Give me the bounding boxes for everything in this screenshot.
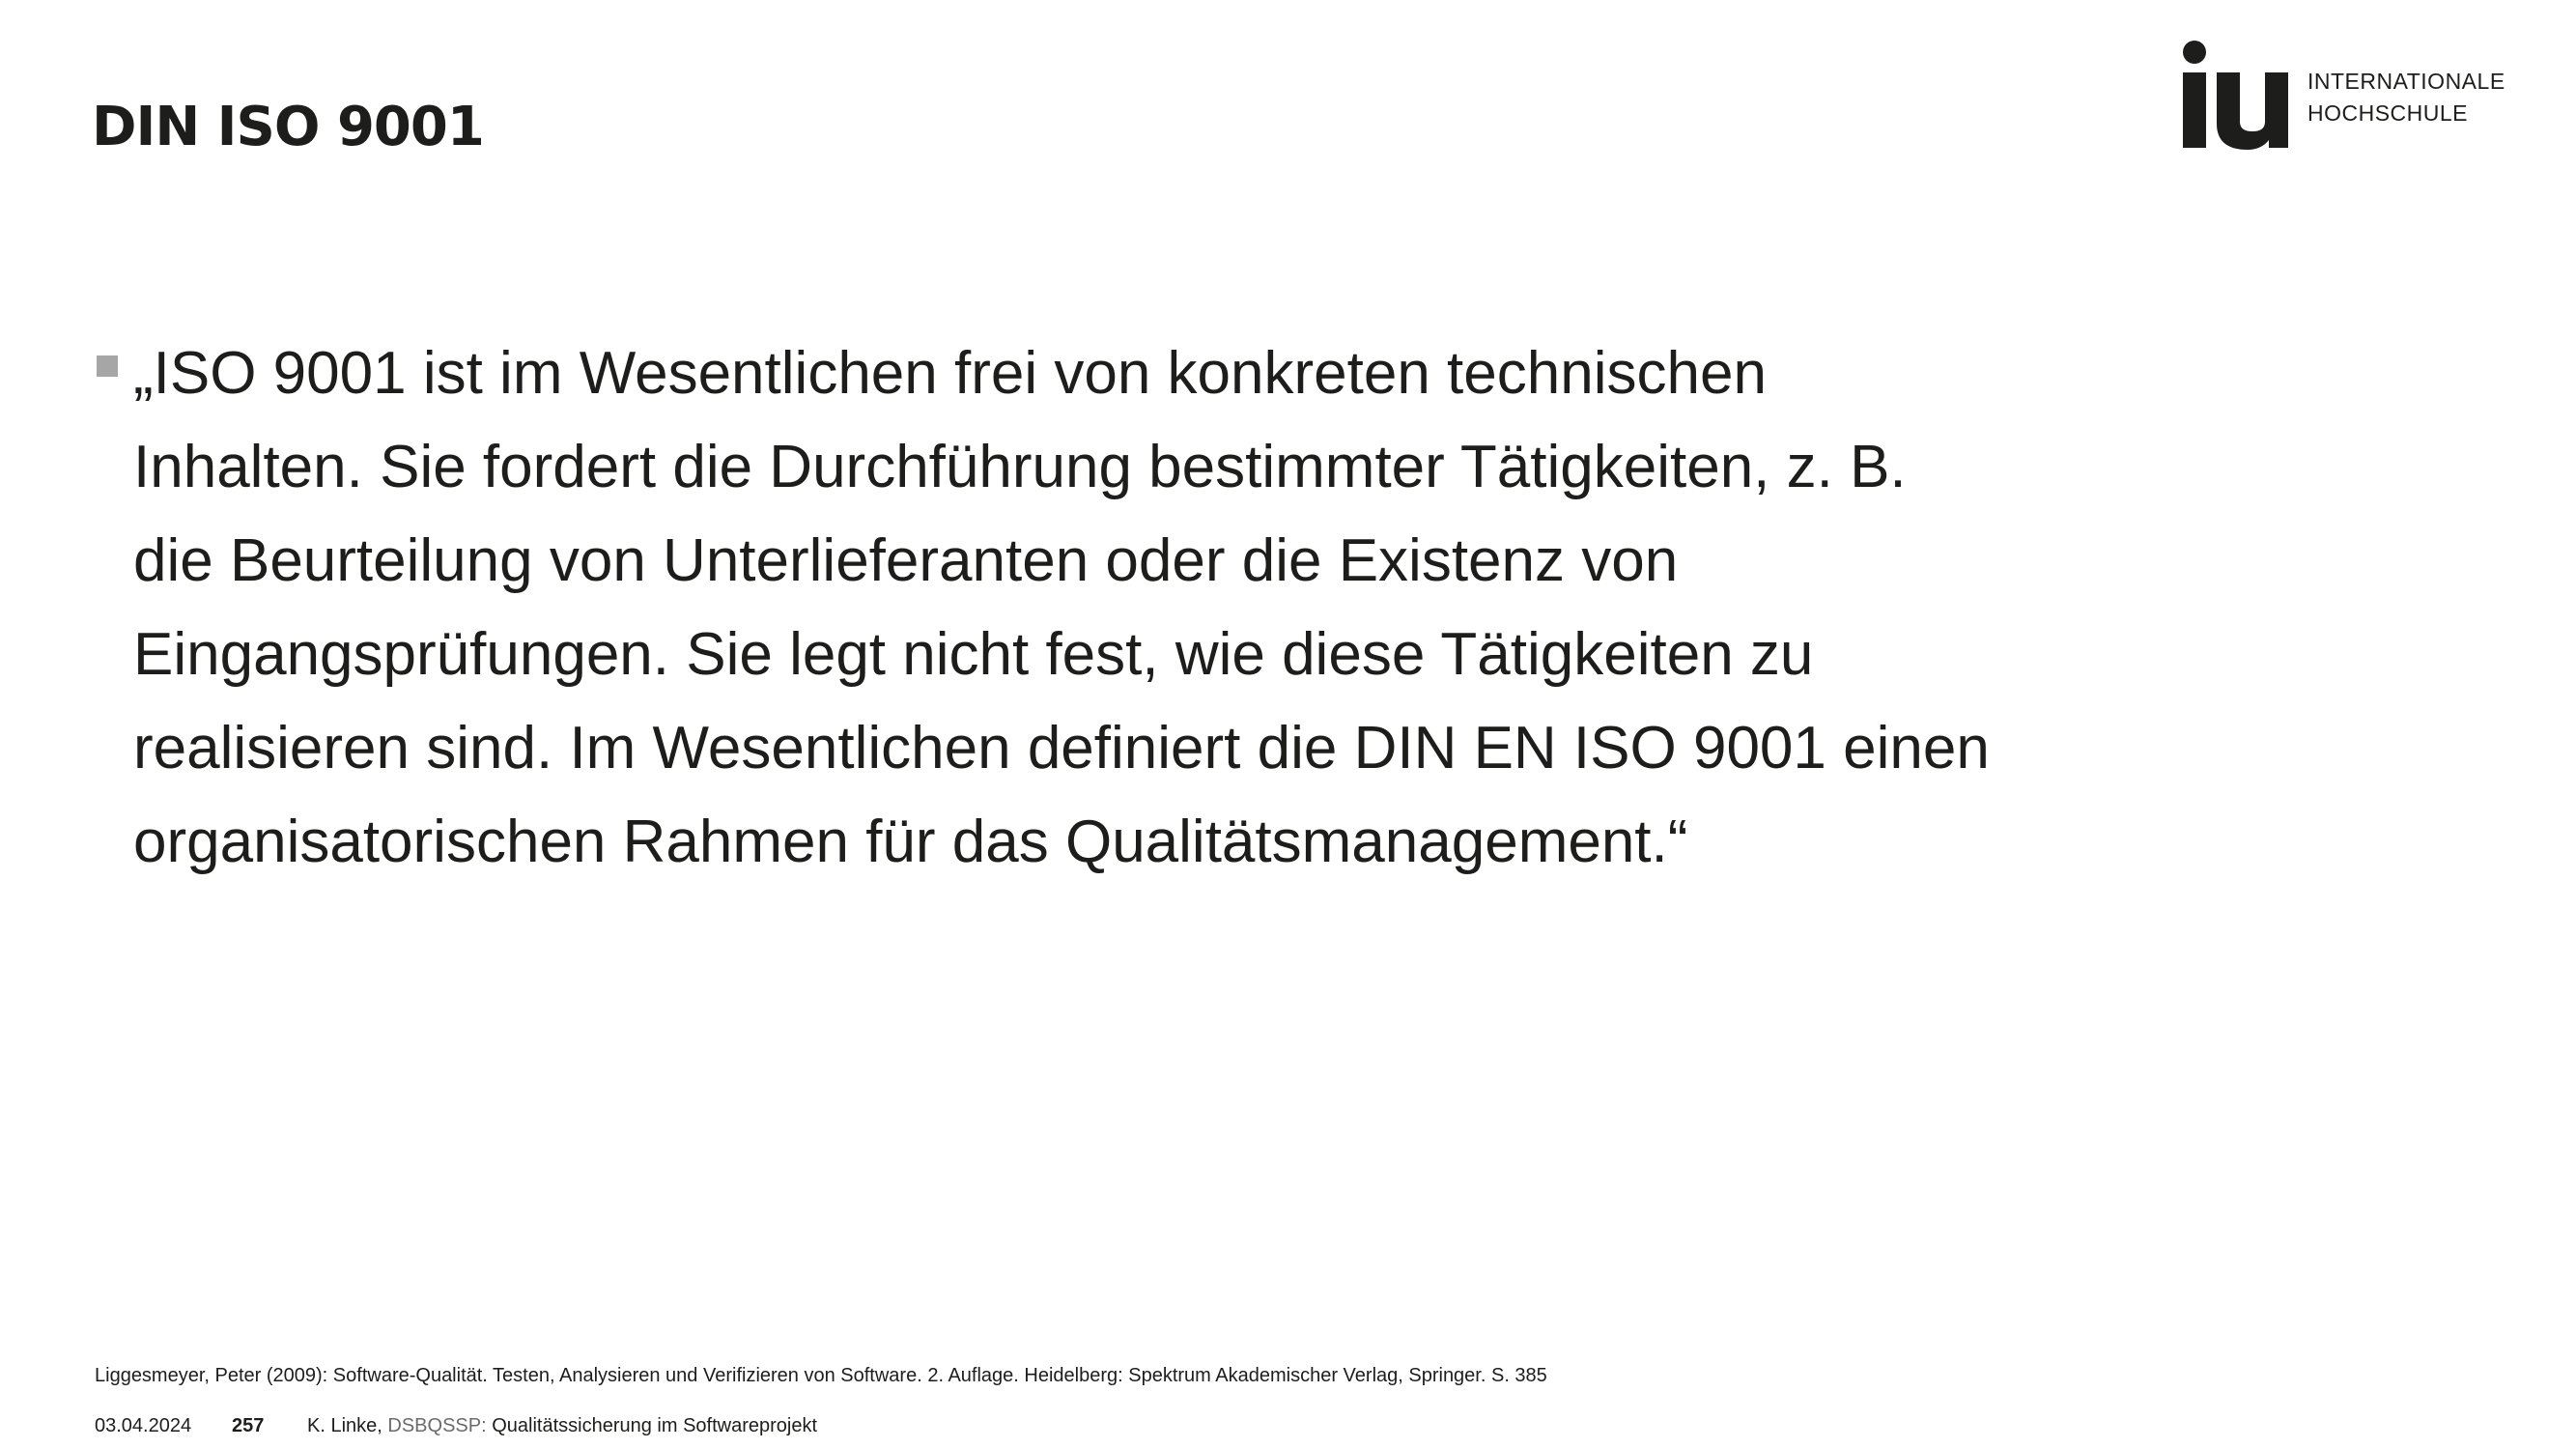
quote-line-1: „ISO 9001 ist im Wesentlichen frei von k… xyxy=(133,340,1767,407)
quote-line-6: organisatorischen Rahmen für das Qualitä… xyxy=(133,809,1688,875)
slide-content: „ISO 9001 ist im Wesentlichen frei von k… xyxy=(97,327,2028,889)
quote-line-2: Inhalten. Sie fordert die Durchführung b… xyxy=(133,434,1907,500)
logo-line-1: INTERNATIONALE xyxy=(2307,69,2505,94)
page-number: 257 xyxy=(232,1415,265,1436)
source-footnote: Liggesmeyer, Peter (2009): Software-Qual… xyxy=(95,1365,1547,1386)
footer-course-title: Qualitätssicherung im Softwareprojekt xyxy=(492,1415,818,1436)
slide-title: DIN ISO 9001 xyxy=(92,96,485,158)
logo-line-2: HOCHSCHULE xyxy=(2307,100,2469,126)
footer-course-info: K. Linke, DSBQSSP: Qualitätssicherung im… xyxy=(307,1412,817,1439)
footer-course-code: DSBQSSP: xyxy=(387,1415,487,1436)
footer-author: K. Linke, xyxy=(307,1415,382,1436)
bullet-square-icon xyxy=(97,355,118,377)
iu-logo: INTERNATIONALE HOCHSCHULE xyxy=(2178,37,2506,162)
quote-line-3: die Beurteilung von Unterlieferanten ode… xyxy=(133,527,1679,594)
quote-line-5: realisieren sind. Im Wesentlichen defini… xyxy=(133,715,1990,781)
bullet-item: „ISO 9001 ist im Wesentlichen frei von k… xyxy=(97,327,2028,889)
logo-wordmark: INTERNATIONALE HOCHSCHULE xyxy=(2307,66,2505,129)
footer-date: 03.04.2024 xyxy=(95,1415,192,1436)
quote-line-4: Eingangsprüfungen. Sie legt nicht fest, … xyxy=(133,621,1814,688)
iu-logo-mark xyxy=(2183,41,2288,150)
quote-text: „ISO 9001 ist im Wesentlichen frei von k… xyxy=(133,327,2028,889)
